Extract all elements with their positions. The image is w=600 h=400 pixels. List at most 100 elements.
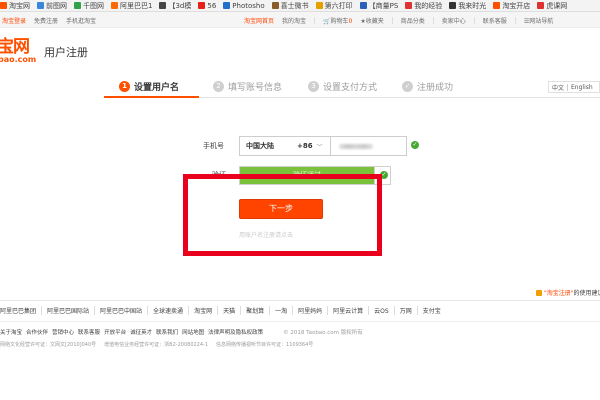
country-select[interactable]: 中国大陆 +86 ﹀ bbox=[240, 137, 330, 155]
step-1-number: 1 bbox=[119, 81, 130, 92]
favicon-icon bbox=[159, 2, 167, 9]
nav-my-taobao-link[interactable]: 我的淘宝 bbox=[282, 16, 306, 25]
bookmark-item[interactable]: 前图网 bbox=[37, 1, 67, 11]
nav-divider bbox=[514, 16, 516, 24]
bookmark-item[interactable]: 淘宝网 bbox=[0, 1, 30, 11]
favicon-icon bbox=[449, 2, 457, 9]
logo-text: 宝网 bbox=[0, 37, 30, 57]
footer-link[interactable]: 云OS bbox=[368, 306, 394, 315]
nav-divider bbox=[314, 16, 316, 24]
chevron-down-icon: ﹀ bbox=[316, 143, 323, 151]
bookmark-item[interactable]: 【商量PS bbox=[359, 1, 398, 11]
bookmark-item[interactable]: 第六打印 bbox=[315, 1, 353, 11]
footer-divider bbox=[0, 321, 600, 322]
phone-number-input[interactable] bbox=[339, 144, 373, 149]
favicon-icon bbox=[198, 2, 206, 9]
page-title: 用户注册 bbox=[44, 46, 88, 59]
bookmark-item[interactable]: 喜士微书 bbox=[271, 1, 309, 11]
footer-links: 阿里巴巴集团 阿里巴巴国际站 阿里巴巴中国站 全球速卖通 淘宝网 天猫 聚划算 一淘 阿里妈妈阿… bbox=[0, 306, 446, 315]
nav-mobile-link[interactable]: 手机逛淘宝 bbox=[66, 16, 96, 25]
bookmark-item[interactable]: 淘宝开店 bbox=[493, 1, 530, 11]
bookmark-label: 前图网 bbox=[46, 1, 67, 10]
license-text: 信息网络传播视听节目许可证：1109364号 bbox=[216, 341, 314, 348]
nav-home-link[interactable]: 淘宝网首页 bbox=[244, 16, 274, 25]
active-step-underline bbox=[104, 96, 199, 98]
bookmark-label: 我来时光 bbox=[458, 1, 487, 10]
bookmark-item[interactable]: 【3d模 bbox=[159, 1, 191, 11]
license-text: 网络文化经营许可证：文网文[2010]040号 bbox=[0, 341, 97, 348]
footer-link[interactable]: 阿里妈妈 bbox=[292, 306, 327, 315]
phone-valid-check-icon: ✓ bbox=[411, 141, 419, 149]
bookmarks-bar: 淘宝网 前图网 千图网 阿里巴巴1 【3d模 56 Photosho 喜士微书 第六打印 【商量P… bbox=[0, 0, 600, 12]
bookmark-label: 喜士微书 bbox=[280, 1, 309, 10]
bookmark-label: 千图网 bbox=[83, 1, 104, 10]
nav-divider bbox=[432, 16, 434, 24]
footer-link[interactable]: 天猫 bbox=[217, 306, 240, 315]
nav-categories-link[interactable]: 商品分类 bbox=[401, 16, 425, 25]
bookmark-item[interactable]: 阿里巴巴1 bbox=[111, 1, 152, 11]
about-link[interactable]: 开放平台 bbox=[104, 328, 126, 336]
about-link[interactable]: 关于淘宝 bbox=[0, 328, 22, 336]
site-nav-bar: 淘宝登录 免费注册 手机逛淘宝 淘宝网首页 我的淘宝 🛒购物车0 ★收藏夹 商品… bbox=[0, 12, 600, 28]
about-link[interactable]: 联系我们 bbox=[156, 328, 178, 336]
nav-service-link[interactable]: 联系客服 bbox=[483, 16, 507, 25]
footer-link[interactable]: 阿里巴巴中国站 bbox=[94, 306, 147, 315]
feedback-tip[interactable]: "淘宝注册" 的使用建议 bbox=[536, 288, 600, 297]
tip-prefix: "淘宝注册" bbox=[544, 290, 574, 297]
nav-seller-link[interactable]: 卖家中心 bbox=[442, 16, 466, 25]
bookmark-item[interactable]: 我来时光 bbox=[449, 1, 486, 11]
about-link[interactable]: 诚征英才 bbox=[130, 328, 152, 336]
footer-link[interactable]: 阿里云计算 bbox=[327, 306, 368, 315]
about-link[interactable]: 合作伙伴 bbox=[26, 328, 48, 336]
country-code: +86 bbox=[297, 142, 313, 150]
lang-en[interactable]: English bbox=[568, 84, 596, 91]
step-2: 2 填写账号信息 bbox=[213, 80, 282, 93]
nav-divider bbox=[473, 16, 475, 24]
about-link[interactable]: 联系客服 bbox=[78, 328, 100, 336]
cart-count: 0 bbox=[348, 17, 353, 25]
bookmark-item[interactable]: 56 bbox=[198, 2, 216, 10]
favicon-icon bbox=[493, 2, 501, 9]
footer-link[interactable]: 一淘 bbox=[269, 306, 292, 315]
bookmark-label: 第六打印 bbox=[324, 1, 353, 10]
bookmark-item[interactable]: 千图网 bbox=[74, 1, 104, 11]
about-link[interactable]: 营销中心 bbox=[52, 328, 74, 336]
bookmark-item[interactable]: Photosho bbox=[223, 1, 265, 10]
cart-icon: 🛒 bbox=[323, 17, 331, 25]
favicon-icon bbox=[315, 2, 323, 9]
favorites-label: 收藏夹 bbox=[365, 17, 384, 25]
bookmark-label: Photosho bbox=[232, 1, 265, 10]
bookmark-label: 阿里巴巴1 bbox=[120, 1, 153, 10]
nav-sitemap-link[interactable]: ☰网站导航 bbox=[524, 16, 553, 25]
nav-register-link[interactable]: 免费注册 bbox=[34, 16, 58, 25]
bookmark-label: 56 bbox=[207, 1, 217, 10]
language-switch[interactable]: 中文 English bbox=[548, 81, 600, 93]
footer-link[interactable]: 聚划算 bbox=[240, 306, 269, 315]
nav-favorites-link[interactable]: ★收藏夹 bbox=[360, 16, 383, 25]
footer-link[interactable]: 万网 bbox=[393, 306, 417, 315]
about-link[interactable]: 网站地图 bbox=[182, 328, 204, 336]
sitemap-label: 网站导航 bbox=[529, 17, 554, 25]
nav-cart-link[interactable]: 🛒购物车0 bbox=[323, 16, 352, 25]
bookmark-label: 【3d模 bbox=[168, 1, 192, 10]
favicon-icon bbox=[359, 2, 367, 9]
footer-link[interactable]: 全球速卖通 bbox=[147, 306, 188, 315]
footer-link[interactable]: 淘宝网 bbox=[188, 306, 217, 315]
bookmark-item[interactable]: 虎课网 bbox=[537, 1, 567, 11]
taobao-logo[interactable]: 宝网 bao.com bbox=[0, 38, 45, 64]
favicon-icon bbox=[223, 2, 231, 9]
nav-login-link[interactable]: 淘宝登录 bbox=[2, 16, 26, 25]
footer-link[interactable]: 阿里巴巴集团 bbox=[0, 306, 41, 315]
step-4-label: 注册成功 bbox=[417, 83, 454, 93]
footer-link[interactable]: 阿里巴巴国际站 bbox=[41, 306, 94, 315]
footer-about: 关于淘宝 合作伙伴 营销中心 联系客服 开放平台 诚征英才 联系我们 网站地图 法律声明及隐私权… bbox=[0, 328, 363, 336]
highlight-annotation-box bbox=[183, 174, 382, 256]
bookmark-label: 淘宝开店 bbox=[502, 1, 531, 10]
bookmark-item[interactable]: 我的经验 bbox=[405, 1, 442, 11]
lang-zh[interactable]: 中文 bbox=[549, 83, 567, 92]
step-3: 3 设置支付方式 bbox=[308, 80, 377, 93]
about-link[interactable]: 法律声明及隐私权政策 bbox=[208, 328, 263, 336]
footer-link[interactable]: 支付宝 bbox=[416, 306, 446, 315]
country-name: 中国大陆 bbox=[246, 142, 274, 150]
check-icon: ✓ bbox=[402, 81, 413, 92]
